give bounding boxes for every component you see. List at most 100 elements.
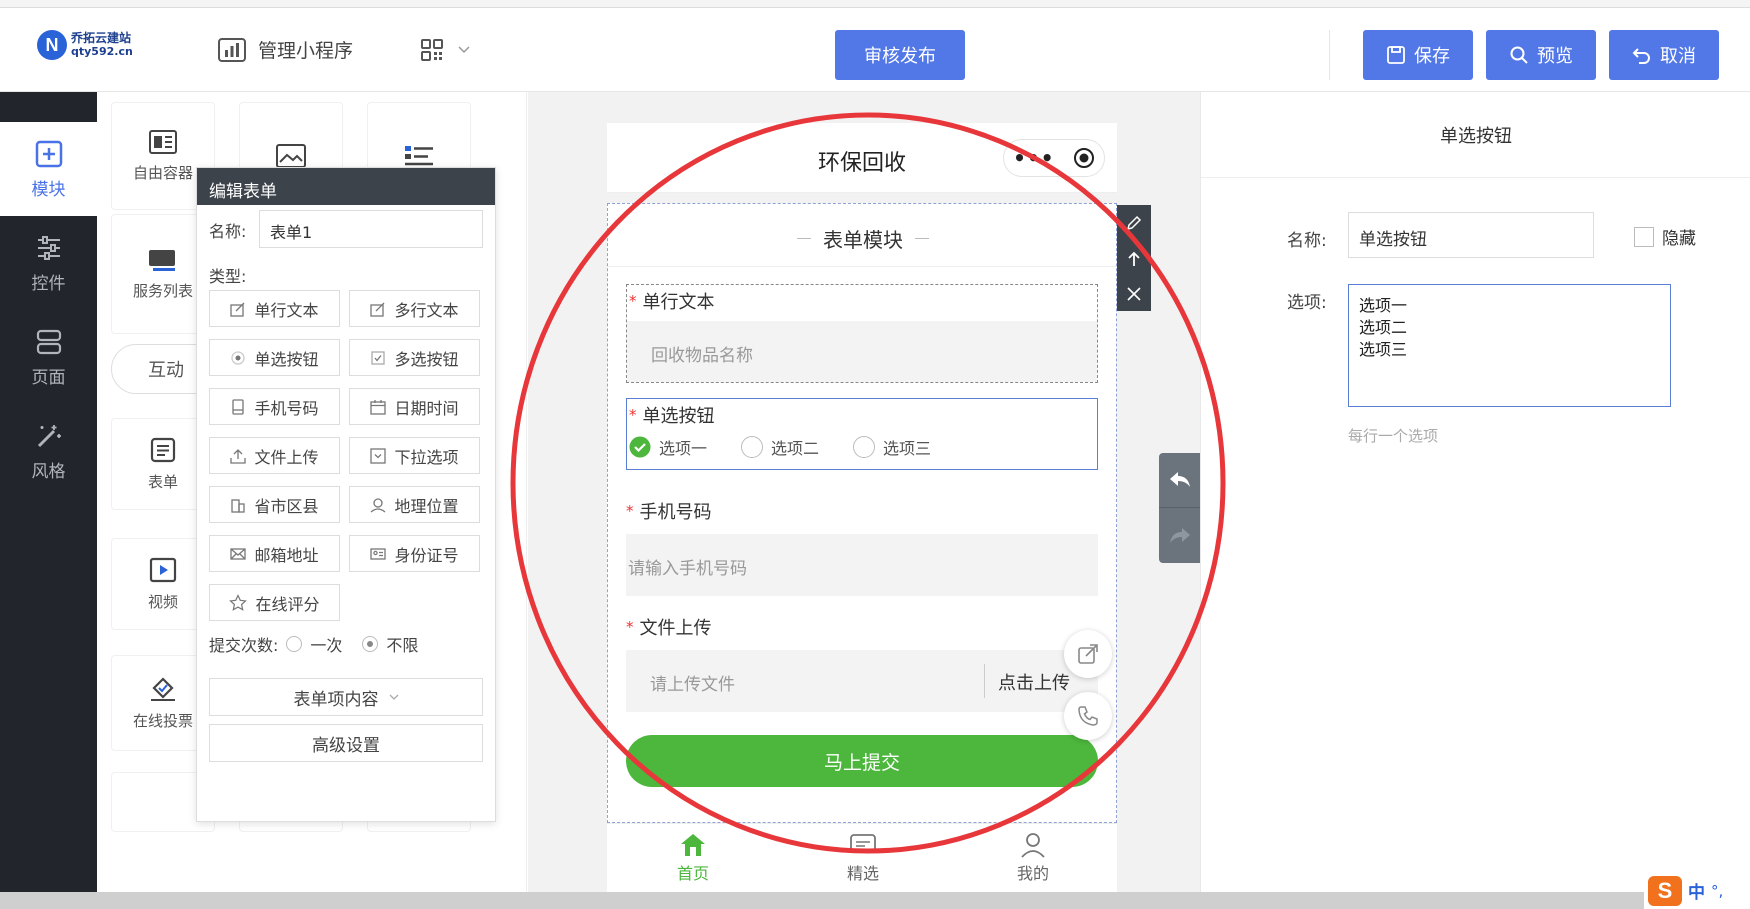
checkbox-icon [371, 350, 386, 365]
radio-option-label: 选项二 [771, 439, 820, 458]
phone-title-bar: 环保回收 ••• [607, 123, 1117, 193]
pencil-icon[interactable] [1125, 214, 1143, 232]
ime-indicator[interactable]: S 中 °, [1644, 872, 1750, 909]
type-radio[interactable]: 单选按钮 [209, 339, 340, 376]
save-button[interactable]: 保存 [1363, 30, 1473, 80]
chevron-down-icon [458, 46, 470, 54]
redo-button[interactable] [1159, 508, 1200, 563]
video-icon [149, 557, 177, 582]
options-label: 选项: [1287, 293, 1327, 313]
form-content-button[interactable]: 表单项内容 [209, 678, 483, 716]
properties-panel: 单选按钮 名称: 单选按钮 隐藏 选项: 选项一 选项二 选项三 每行一个选项 [1200, 92, 1750, 892]
nav-item-controls[interactable]: 控件 [0, 216, 97, 310]
options-hint: 每行一个选项 [1348, 427, 1439, 445]
qrcode-menu[interactable] [420, 38, 470, 62]
type-label: 邮箱地址 [254, 545, 319, 565]
form-name-input[interactable]: 表单1 [259, 210, 483, 248]
advanced-settings-button[interactable]: 高级设置 [209, 724, 483, 762]
nav-item-pages[interactable]: 页面 [0, 310, 97, 404]
type-region[interactable]: 省市区县 [209, 486, 340, 523]
advanced-settings-label: 高级设置 [312, 735, 380, 756]
field-label-row: * 单行文本 [629, 288, 715, 314]
nav-label: 页面 [31, 367, 66, 388]
manage-miniprogram-link[interactable]: 管理小程序 [218, 36, 353, 63]
panel-header: 单选按钮 [1201, 92, 1750, 178]
phone-number-input[interactable]: 请输入手机号码 [626, 534, 1098, 596]
type-label: 类型: [209, 267, 247, 286]
type-label: 多选按钮 [394, 349, 459, 369]
phone-icon [232, 398, 245, 415]
close-icon[interactable] [1126, 286, 1142, 302]
recycle-item-input[interactable]: 回收物品名称 [627, 321, 1097, 382]
window-bottom-edge [0, 892, 1644, 909]
tab-mine[interactable]: 我的 [997, 832, 1069, 884]
list-icon [405, 146, 433, 166]
sliders-icon [37, 235, 60, 260]
tab-label: 首页 [676, 864, 709, 883]
radio-checked-icon[interactable] [629, 436, 651, 458]
type-file-upload[interactable]: 文件上传 [209, 437, 340, 474]
type-multi-text[interactable]: 多行文本 [349, 290, 480, 327]
type-rating[interactable]: 在线评分 [209, 584, 340, 621]
tab-featured[interactable]: 精选 [827, 832, 899, 884]
cancel-button[interactable]: 取消 [1609, 30, 1719, 80]
edit-icon [370, 302, 385, 317]
qrcode-icon [421, 39, 443, 61]
window-top-edge [0, 0, 1750, 8]
tile-label: 自由容器 [132, 163, 193, 182]
nav-item-style[interactable]: 风格 [0, 404, 97, 498]
more-icon[interactable]: ••• [1013, 146, 1054, 170]
search-icon [1510, 46, 1528, 64]
field-radio[interactable]: * 单选按钮 选项一 选项二 选项三 [626, 398, 1098, 470]
form-module[interactable]: 表单模块 * 单行文本 回收物品名称 * 单选按钮 选项一 选项二 选项三 * … [607, 203, 1117, 823]
field-label-row: * 文件上传 [626, 614, 712, 640]
file-upload-placeholder: 请上传文件 [650, 675, 735, 695]
upload-button[interactable]: 点击上传 [998, 669, 1070, 695]
type-id-card[interactable]: 身份证号 [349, 535, 480, 572]
field-label-row: * 单选按钮 [629, 402, 715, 428]
undo-button[interactable] [1159, 453, 1200, 508]
type-checkbox[interactable]: 多选按钮 [349, 339, 480, 376]
hide-checkbox-row[interactable]: 隐藏 [1634, 224, 1696, 249]
type-datetime[interactable]: 日期时间 [349, 388, 480, 425]
submit-button[interactable]: 马上提交 [626, 735, 1098, 787]
radio-unlimited[interactable] [362, 636, 379, 652]
arrow-up-icon[interactable] [1125, 250, 1143, 268]
radio-option[interactable] [741, 436, 764, 458]
share-button[interactable] [1064, 630, 1112, 678]
nav-label: 控件 [31, 273, 66, 294]
type-location[interactable]: 地理位置 [349, 486, 480, 523]
hide-checkbox[interactable] [1634, 226, 1654, 247]
ime-punct: °, [1711, 881, 1724, 900]
radio-once[interactable] [286, 636, 303, 652]
publish-button[interactable]: 审核发布 [835, 30, 965, 80]
left-nav: 模块 控件 页面 风格 [0, 92, 97, 892]
save-label: 保存 [1414, 46, 1450, 67]
logo[interactable]: N 乔拓云建站 qty592.cn [37, 30, 133, 60]
tile-label: 在线投票 [132, 711, 193, 730]
service-list-icon [149, 249, 175, 271]
preview-button[interactable]: 预览 [1486, 30, 1596, 80]
options-textarea[interactable]: 选项一 选项二 选项三 [1348, 284, 1671, 407]
type-dropdown[interactable]: 下拉选项 [349, 437, 480, 474]
save-icon [1387, 46, 1405, 64]
field-label-row: * 手机号码 [626, 498, 712, 524]
upload-icon [230, 448, 247, 464]
logo-icon: N [37, 30, 67, 60]
mail-icon [230, 547, 247, 560]
type-single-text[interactable]: 单行文本 [209, 290, 340, 327]
miniprogram-capsule[interactable]: ••• [1003, 139, 1105, 177]
field-name-input[interactable]: 单选按钮 [1348, 212, 1594, 258]
field-single-text[interactable]: * 单行文本 回收物品名称 [626, 284, 1098, 383]
popup-title: 编辑表单 [197, 168, 495, 205]
close-circle-icon[interactable] [1073, 147, 1095, 169]
type-phone[interactable]: 手机号码 [209, 388, 340, 425]
tab-home[interactable]: 首页 [657, 832, 729, 884]
submit-times-label: 提交次数: [209, 636, 279, 655]
nav-item-modules[interactable]: 模块 [0, 122, 97, 216]
file-upload-field[interactable]: 请上传文件 点击上传 [626, 650, 1098, 712]
call-button[interactable] [1064, 692, 1112, 740]
radio-option[interactable] [853, 436, 876, 458]
divider [984, 664, 985, 698]
type-email[interactable]: 邮箱地址 [209, 535, 340, 572]
